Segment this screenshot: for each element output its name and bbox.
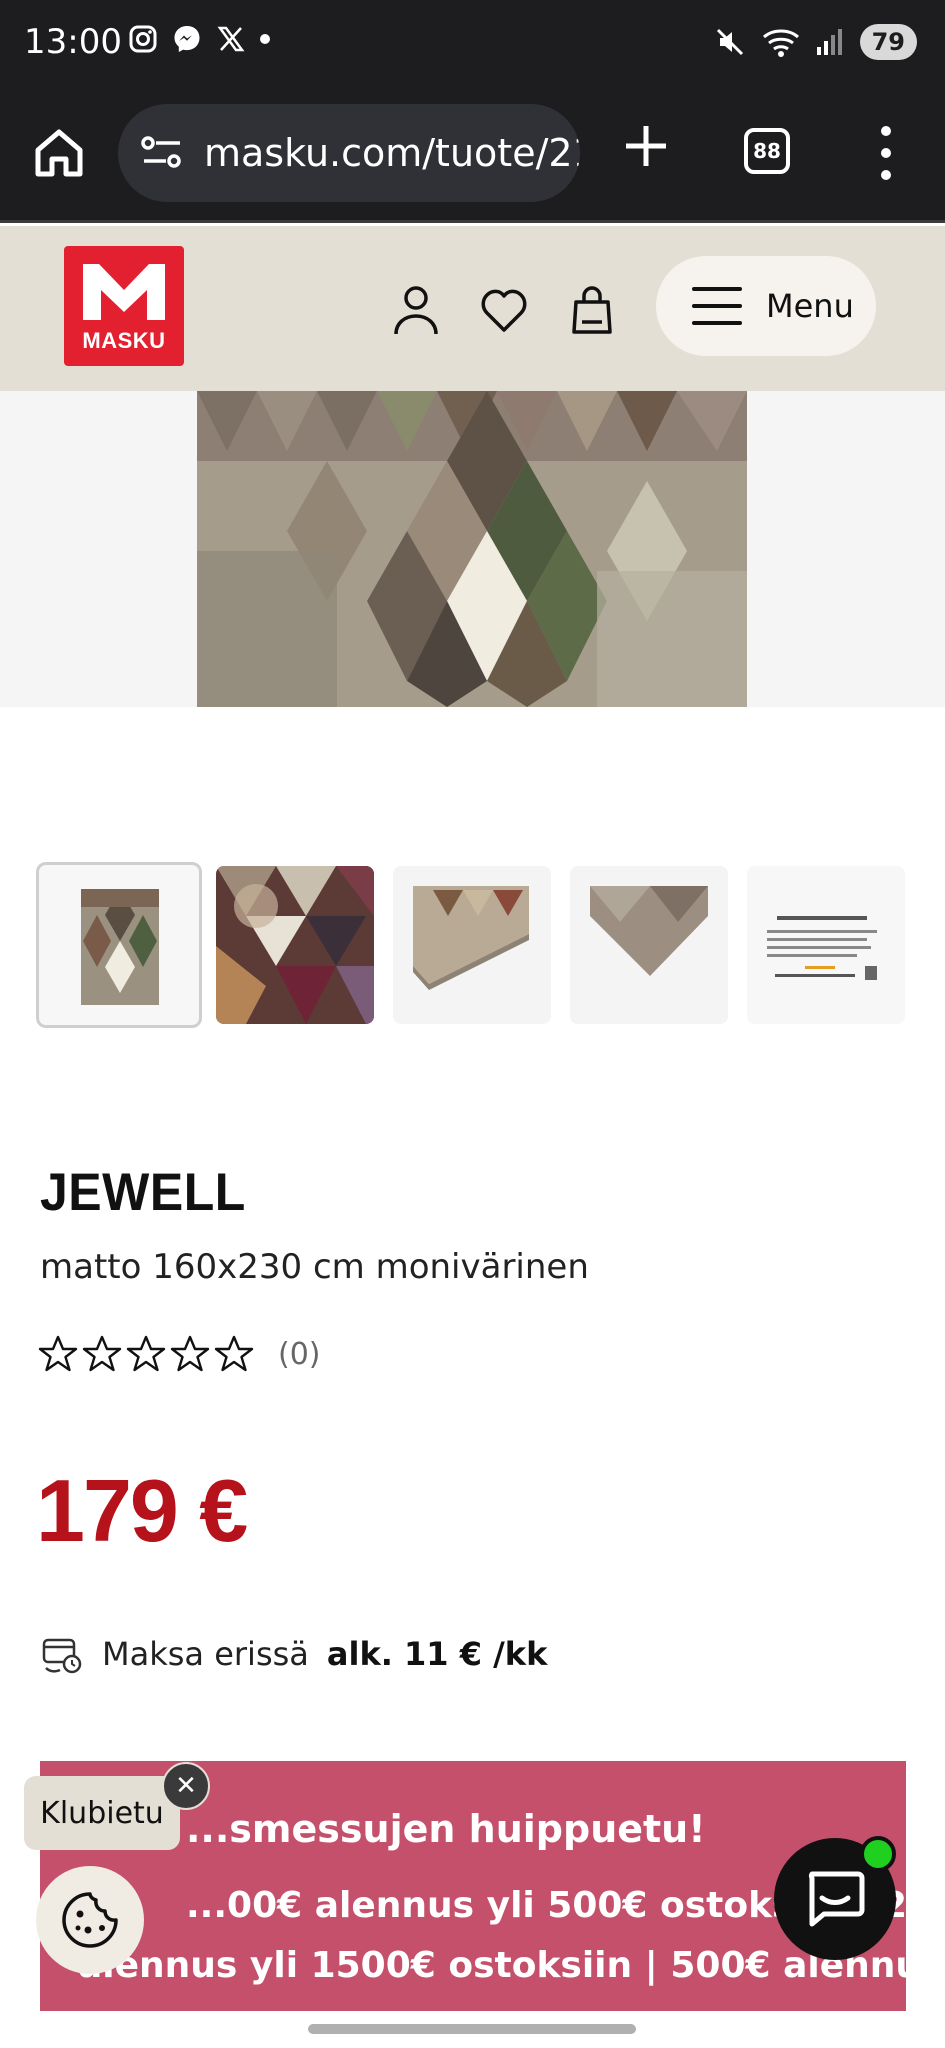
product-brand: JEWELL <box>40 1162 246 1222</box>
installment-label: Maksa erissä <box>102 1635 309 1673</box>
product-image-viewer[interactable] <box>0 391 945 707</box>
site-header: MASKU Menu <box>0 226 945 391</box>
thumbnail-2[interactable] <box>216 866 374 1024</box>
star-icon <box>38 1335 78 1372</box>
menu-label: Menu <box>766 287 854 325</box>
installment-value: alk. 11 € /kk <box>326 1635 548 1673</box>
rug-image <box>197 391 747 707</box>
masku-logo[interactable]: MASKU <box>64 246 184 366</box>
wishlist-heart-icon[interactable] <box>480 284 528 336</box>
product-rating[interactable]: (0) <box>38 1334 321 1374</box>
status-bar: 13:00 79 <box>0 0 945 90</box>
battery-indicator: 79 <box>859 24 917 60</box>
thumbnail-3[interactable] <box>393 866 551 1024</box>
browser-toolbar: masku.com/tuote/219 88 <box>0 90 945 223</box>
star-icon <box>82 1335 122 1372</box>
thumbnail-1[interactable] <box>36 862 202 1028</box>
thumbnail-strip <box>36 862 908 1028</box>
klubietu-tab[interactable]: Klubietu <box>24 1776 180 1850</box>
rating-count: (0) <box>278 1336 321 1372</box>
chat-icon <box>808 1871 865 1927</box>
instagram-icon <box>129 25 157 53</box>
online-status-dot <box>860 1836 896 1872</box>
rug-corner-thumb <box>393 866 551 1024</box>
installment-icon <box>42 1638 82 1674</box>
status-time: 13:00 <box>24 22 122 62</box>
system-icons: 79 <box>714 24 917 60</box>
home-icon[interactable] <box>32 126 86 180</box>
promo-title: ...smessujen huippuetu! <box>186 1807 706 1851</box>
logo-text: MASKU <box>82 328 166 353</box>
url-text: masku.com/tuote/219 <box>204 131 580 175</box>
wifi-icon <box>762 29 799 57</box>
rug-lifestyle-thumb <box>216 866 374 1024</box>
browser-menu-icon[interactable] <box>876 126 896 180</box>
site-settings-icon[interactable] <box>140 133 184 173</box>
messenger-icon <box>174 26 200 52</box>
rug-front-thumb <box>81 889 159 1005</box>
x-icon <box>217 26 245 52</box>
logo-m-icon <box>83 264 165 320</box>
product-subtitle: matto 160x230 cm monivärinen <box>40 1247 589 1287</box>
star-icon <box>170 1335 210 1372</box>
new-tab-icon[interactable] <box>620 120 672 172</box>
menu-button[interactable]: Menu <box>656 256 876 356</box>
hamburger-icon <box>692 287 742 325</box>
more-notifications-dot <box>260 34 270 44</box>
cookie-settings-button[interactable] <box>36 1866 144 1974</box>
promo-line-2: alennus yli 1500€ ostoksiin | 500€ alenn… <box>78 1945 906 1986</box>
tab-switcher-button[interactable]: 88 <box>744 128 790 174</box>
product-price: 179 € <box>36 1461 248 1560</box>
star-icon <box>126 1335 166 1372</box>
rug-edge-thumb <box>570 866 728 1024</box>
account-icon[interactable] <box>392 284 440 336</box>
cookie-icon <box>62 1892 118 1948</box>
installment-info[interactable]: Maksa erissä alk. 11 € /kk <box>40 1632 547 1676</box>
mute-icon <box>716 28 743 56</box>
gesture-navigation-bar[interactable] <box>308 2024 636 2034</box>
signal-icon <box>816 29 842 55</box>
klubietu-close-button[interactable]: ✕ <box>162 1762 210 1810</box>
star-icon <box>214 1335 254 1372</box>
shopping-bag-icon[interactable] <box>568 284 616 336</box>
notification-icons <box>128 24 270 54</box>
thumbnail-4[interactable] <box>570 866 728 1024</box>
address-bar[interactable]: masku.com/tuote/219 <box>118 104 580 202</box>
info-card-thumb <box>747 866 905 1024</box>
thumbnail-5[interactable] <box>747 866 905 1024</box>
